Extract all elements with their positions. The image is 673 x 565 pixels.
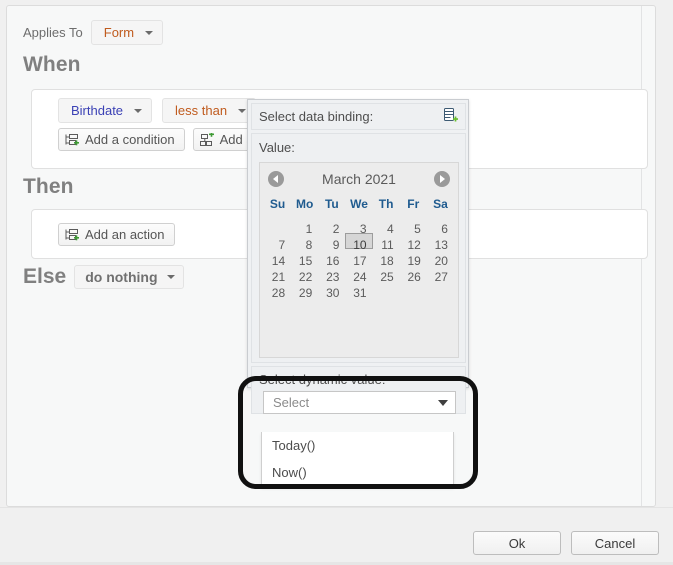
chevron-down-icon	[166, 275, 175, 279]
calendar-day[interactable]: 30	[318, 281, 345, 300]
dynamic-value-option[interactable]: Now()	[262, 459, 453, 486]
then-section-title: Then	[23, 175, 74, 198]
value-label: Value:	[259, 140, 295, 155]
condition-row: Birthdate less than	[58, 98, 257, 123]
then-buttons-row: Add an action	[58, 223, 175, 246]
calendar-day-selected[interactable]: 10	[345, 233, 373, 252]
chevron-down-icon	[134, 108, 143, 113]
calendar-day[interactable]: 12	[400, 233, 427, 252]
else-row: Else do nothing	[23, 265, 184, 289]
applies-to-label: Applies To	[23, 25, 83, 40]
calendar-day-header: Tu	[324, 197, 339, 211]
date-picker-calendar: March 2021 Su Mo Tu We Th Fr Sa 1 2 3 4 5 6 7 8 9 10 11 12…	[259, 162, 459, 358]
value-area: Value: March 2021 Su Mo Tu We Th Fr Sa 1 2 3 4 5 6 7 8…	[251, 133, 466, 363]
applies-to-value: Form	[103, 25, 135, 40]
calendar-day-header: Fr	[407, 197, 420, 211]
calendar-day[interactable]: 14	[264, 249, 291, 268]
calendar-day[interactable]: 13	[427, 233, 454, 252]
else-action-dropdown[interactable]: do nothing	[74, 265, 184, 289]
calendar-day[interactable]: 25	[373, 265, 400, 284]
calendar-header: March 2021	[260, 163, 458, 195]
add-condition-label: Add a condition	[85, 132, 175, 147]
calendar-day[interactable]: 6	[427, 217, 454, 236]
calendar-day[interactable]: 18	[373, 249, 400, 268]
calendar-day[interactable]: 27	[427, 265, 454, 284]
calendar-day-header: We	[350, 197, 368, 211]
chevron-left-icon[interactable]	[268, 171, 284, 187]
add-condition-group-icon	[199, 131, 215, 147]
dynamic-value-option[interactable]: Today()	[262, 432, 453, 459]
calendar-day[interactable]: 16	[318, 249, 345, 268]
chevron-down-icon	[238, 108, 247, 113]
condition-field-value: Birthdate	[71, 103, 124, 118]
condition-field-dropdown[interactable]: Birthdate	[58, 98, 153, 123]
data-binding-title: Select data binding:	[259, 109, 374, 124]
calendar-day-header: Sa	[433, 197, 448, 211]
calendar-day-header: Su	[269, 197, 286, 211]
calendar-day[interactable]: 19	[400, 249, 427, 268]
add-action-button[interactable]: Add an action	[58, 223, 175, 246]
dynamic-value-selected: Select	[273, 395, 310, 410]
applies-to-dropdown[interactable]: Form	[90, 20, 164, 45]
calendar-day[interactable]: 29	[291, 281, 318, 300]
calendar-day[interactable]: 20	[427, 249, 454, 268]
calendar-day[interactable]: 11	[373, 233, 400, 252]
calendar-day-header: Th	[378, 197, 394, 211]
condition-operator-dropdown[interactable]: less than	[162, 98, 257, 123]
database-add-icon[interactable]	[443, 107, 458, 126]
else-action-value: do nothing	[85, 269, 158, 285]
calendar-day[interactable]: 5	[400, 217, 427, 236]
calendar-day[interactable]: 31	[345, 281, 372, 300]
cancel-button[interactable]: Cancel	[571, 531, 659, 555]
condition-operator-value: less than	[175, 103, 228, 118]
calendar-day[interactable]: 24	[345, 265, 372, 284]
dynamic-value-area: Select dynamic value: Select	[251, 366, 466, 414]
calendar-day[interactable]: 17	[345, 249, 372, 268]
add-condition-button[interactable]: Add a condition	[58, 128, 185, 151]
dynamic-value-label: Select dynamic value:	[259, 372, 386, 387]
chevron-right-icon[interactable]	[434, 171, 450, 187]
dynamic-value-option-list: Today() Now()	[261, 432, 454, 487]
chevron-down-icon	[145, 30, 154, 35]
when-section-title: When	[23, 53, 81, 76]
calendar-day-header: Mo	[296, 197, 314, 211]
calendar-day[interactable]: 21	[264, 265, 291, 284]
calendar-day[interactable]: 2	[318, 217, 345, 236]
add-action-icon	[65, 228, 80, 242]
else-label: Else	[23, 265, 67, 288]
add-action-label: Add an action	[85, 227, 165, 242]
calendar-day[interactable]: 7	[264, 233, 291, 252]
calendar-day[interactable]: 22	[291, 265, 318, 284]
calendar-empty-cell	[264, 217, 291, 233]
calendar-day[interactable]: 9	[318, 233, 345, 252]
calendar-day[interactable]: 8	[291, 233, 318, 252]
add-condition-icon	[65, 133, 80, 147]
ok-button[interactable]: Ok	[473, 531, 561, 555]
calendar-month-label[interactable]: March 2021	[322, 171, 396, 187]
calendar-day[interactable]: 1	[291, 217, 318, 236]
data-binding-popup: Select data binding: Value: March 2021 S…	[247, 99, 469, 414]
footer-buttons: Ok Cancel	[473, 531, 659, 555]
rule-editor-dialog: Applies To Form When Birthdate less than	[0, 0, 673, 565]
calendar-day[interactable]: 4	[373, 217, 400, 236]
dynamic-value-select[interactable]: Select	[263, 391, 456, 414]
calendar-day[interactable]: 23	[318, 265, 345, 284]
footer-separator	[0, 507, 673, 508]
calendar-day[interactable]: 15	[291, 249, 318, 268]
calendar-day[interactable]: 26	[400, 265, 427, 284]
chevron-down-icon	[438, 399, 448, 406]
calendar-day[interactable]: 3	[345, 217, 372, 236]
calendar-grid: Su Mo Tu We Th Fr Sa 1 2 3 4 5 6 7 8 9 10 11 12 13 14 15 16 17 1…	[260, 195, 458, 300]
dialog-footer: Ok Cancel	[0, 507, 673, 565]
data-binding-header: Select data binding:	[251, 103, 466, 130]
applies-to-row: Applies To Form	[23, 20, 164, 45]
calendar-day[interactable]: 28	[264, 281, 291, 300]
